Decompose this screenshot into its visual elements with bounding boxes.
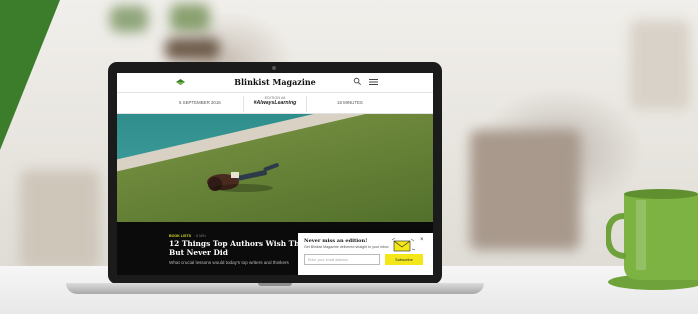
- hero-image[interactable]: [117, 114, 433, 222]
- menu-icon[interactable]: [369, 78, 378, 86]
- coffee-cup: [606, 189, 698, 290]
- webcam: [272, 66, 276, 70]
- article-category[interactable]: BOOK LISTS: [169, 234, 191, 238]
- brand-corner-shape: [0, 0, 60, 150]
- site-header: Blinkist Magazine: [117, 73, 433, 93]
- article-deck: What crucial lessons would today's top w…: [169, 260, 289, 265]
- laptop-screen: Blinkist Magazine 5 SEPTEMBER 2016 EDITI…: [117, 73, 433, 275]
- edition-info[interactable]: EDITION #8 #AlwaysLearning: [243, 96, 307, 112]
- article-headline[interactable]: 12 Things Top Authors Wish They But Neve…: [169, 239, 299, 257]
- background-window: [630, 20, 690, 110]
- laptop-notch: [258, 283, 292, 286]
- popup-description: Get Blinkist Magazine delivered straight…: [304, 245, 389, 249]
- search-icon[interactable]: [353, 77, 362, 86]
- laptop-base: [66, 283, 484, 294]
- close-icon[interactable]: ×: [420, 237, 424, 243]
- email-field[interactable]: Enter your email address: [304, 254, 380, 265]
- article-kicker: BOOK LISTS · 8 MIN: [169, 234, 206, 238]
- reclining-reader-illustration: [207, 163, 279, 192]
- edition-tag: #AlwaysLearning: [253, 100, 297, 106]
- popup-title: Never miss an edition!: [304, 238, 368, 244]
- background-shelf: [165, 38, 220, 60]
- background-chair: [470, 130, 580, 250]
- edition-bar: 5 SEPTEMBER 2016 EDITION #8 #AlwaysLearn…: [117, 93, 433, 114]
- mail-illustration-icon: [391, 238, 415, 252]
- article-read-time: · 8 MIN: [193, 234, 206, 238]
- background-frame: [110, 6, 148, 32]
- newsletter-popup: Never miss an edition! Get Blinkist Maga…: [298, 233, 433, 275]
- article-headline-line: But Never Did: [169, 248, 228, 257]
- background-chair: [20, 170, 100, 270]
- article-headline-line: 12 Things Top Authors Wish They: [169, 239, 299, 248]
- background-frame: [170, 4, 210, 32]
- laptop: Blinkist Magazine 5 SEPTEMBER 2016 EDITI…: [108, 62, 442, 284]
- edition-date: 5 SEPTEMBER 2016: [179, 100, 221, 105]
- site-title[interactable]: Blinkist Magazine: [117, 77, 433, 87]
- read-time: 18 MINUTES: [337, 100, 363, 105]
- subscribe-button[interactable]: Subscribe: [385, 254, 423, 265]
